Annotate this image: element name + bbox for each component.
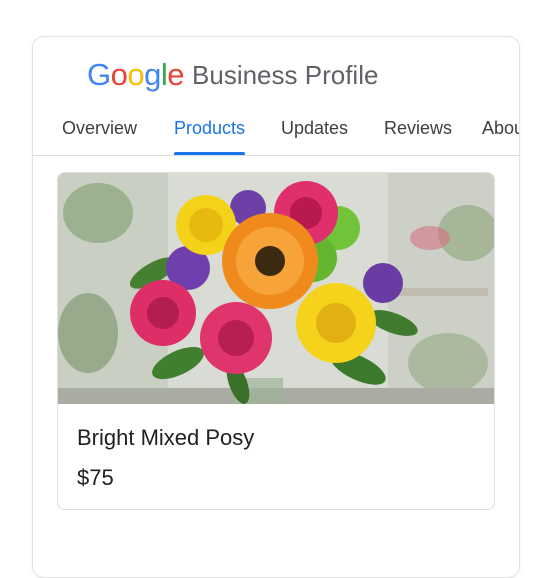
logo-letter: G (87, 57, 111, 92)
logo-letter: o (127, 57, 145, 92)
tab-updates[interactable]: Updates (281, 115, 348, 155)
tab-products[interactable]: Products (174, 115, 246, 155)
product-card[interactable]: Bright Mixed Posy $75 (57, 172, 495, 510)
tab-label: Products (174, 118, 246, 138)
product-name: Business Profile (192, 59, 379, 90)
active-tab-indicator (174, 152, 246, 155)
tab-label: Reviews (384, 118, 453, 138)
tab-label: Overview (62, 118, 138, 138)
tab-reviews[interactable]: Reviews (384, 115, 452, 155)
product-image (58, 173, 494, 404)
business-profile-card: Google Business Profile Overview Product… (32, 36, 520, 578)
tab-label: Updates (281, 118, 349, 138)
tab-about[interactable]: About (482, 115, 519, 155)
logo-letter: g (144, 57, 161, 92)
flower-bouquet-image (58, 173, 494, 404)
tab-overview[interactable]: Overview (62, 115, 137, 155)
google-logo: Google (87, 57, 185, 93)
tab-bar: Overview Products Updates Reviews About (33, 115, 519, 156)
logo-letter: e (167, 57, 185, 92)
product-price: $75 (77, 465, 114, 490)
logo-letter: o (110, 57, 128, 92)
product-title: Bright Mixed Posy (77, 425, 255, 450)
tab-label: About (482, 118, 519, 138)
header: Google Business Profile (87, 57, 378, 93)
